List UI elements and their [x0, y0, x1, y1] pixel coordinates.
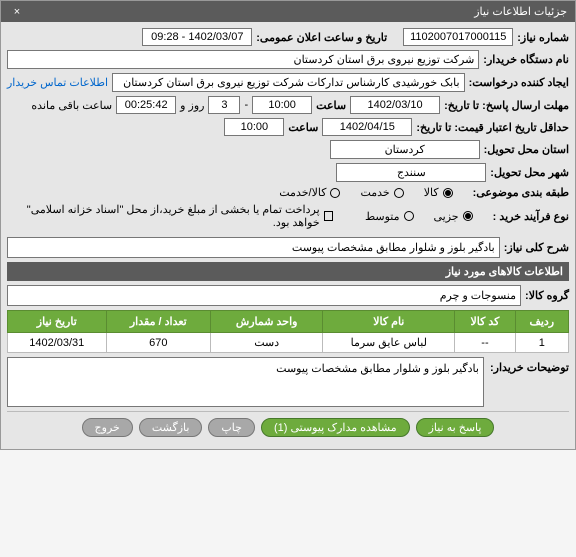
treasury-checkbox[interactable]: پرداخت تمام یا بخشی از مبلغ خرید،از محل …: [7, 203, 333, 229]
titlebar: جزئیات اطلاعات نیاز ×: [1, 1, 575, 22]
radio-cat-khadamat[interactable]: خدمت: [360, 186, 403, 199]
need-no-label: شماره نیاز:: [517, 31, 569, 44]
table-row[interactable]: 1 -- لباس عایق سرما دست 670 1402/03/31: [8, 333, 569, 353]
category-label: طبقه بندی موضوعی:: [473, 186, 569, 199]
buyer-label: نام دستگاه خریدار:: [483, 53, 569, 66]
deadline-time-field: 10:00: [252, 96, 312, 114]
goods-section-header: اطلاعات کالاهای مورد نیاز: [7, 262, 569, 281]
deadline-date-field: 1402/03/10: [350, 96, 440, 114]
days-label: روز و: [180, 99, 204, 112]
validity-label: حداقل تاریخ اعتبار قیمت: تا تاریخ:: [416, 121, 569, 134]
remaining-label: ساعت باقی مانده: [31, 99, 112, 112]
th-row: ردیف: [515, 311, 568, 333]
goods-table: ردیف کد کالا نام کالا واحد شمارش تعداد /…: [7, 310, 569, 353]
print-button[interactable]: چاپ: [208, 418, 255, 437]
deadline-time-label: ساعت: [316, 99, 346, 112]
days-field: 3: [208, 96, 240, 114]
th-qty: تعداد / مقدار: [106, 311, 211, 333]
validity-date-field: 1402/04/15: [322, 118, 412, 136]
radio-pt-medium[interactable]: متوسط: [365, 210, 414, 223]
group-label: گروه کالا:: [525, 289, 569, 302]
city-field: سنندج: [336, 163, 486, 182]
need-no-field: 1102007017000115: [403, 28, 513, 46]
notes-label: توضیحات خریدار:: [490, 357, 569, 374]
pub-dt-field: 1402/03/07 - 09:28: [142, 28, 252, 46]
back-button[interactable]: بازگشت: [139, 418, 203, 437]
validity-time-label: ساعت: [288, 121, 318, 134]
validity-time-field: 10:00: [224, 118, 284, 136]
exit-button[interactable]: خروج: [82, 418, 133, 437]
deadline-label: مهلت ارسال پاسخ: تا تاریخ:: [444, 99, 569, 112]
contact-link[interactable]: اطلاعات تماس خریدار: [7, 76, 108, 89]
radio-pt-small[interactable]: جزیی: [434, 210, 473, 223]
countdown-field: 00:25:42: [116, 96, 176, 114]
group-field[interactable]: منسوجات و چرم: [7, 285, 521, 306]
footer-buttons: پاسخ به نیاز مشاهده مدارک پیوستی (1) چاپ…: [7, 411, 569, 443]
form-body: شماره نیاز: 1102007017000115 تاریخ و ساع…: [1, 22, 575, 449]
notes-box[interactable]: بادگیر بلوز و شلوار مطابق مشخصات پیوست: [7, 357, 484, 407]
title-controls: ×: [9, 6, 25, 18]
th-date: تاریخ نیاز: [8, 311, 107, 333]
need-details-window: جزئیات اطلاعات نیاز × شماره نیاز: 110200…: [0, 0, 576, 450]
creator-field: بابک خورشیدی کارشناس تدارکات شرکت توزیع …: [112, 73, 465, 92]
respond-button[interactable]: پاسخ به نیاز: [416, 418, 495, 437]
th-unit: واحد شمارش: [211, 311, 323, 333]
th-code: کد کالا: [455, 311, 515, 333]
close-icon[interactable]: ×: [9, 6, 25, 18]
province-label: استان محل تحویل:: [484, 143, 569, 156]
pub-dt-label: تاریخ و ساعت اعلان عمومی:: [256, 31, 387, 44]
purchase-type-label: نوع فرآیند خرید :: [493, 210, 569, 223]
desc-label: شرح کلی نیاز:: [504, 241, 569, 254]
window-title: جزئیات اطلاعات نیاز: [474, 5, 567, 18]
desc-textbox[interactable]: بادگیر بلوز و شلوار مطابق مشخصات پیوست: [7, 237, 500, 258]
buyer-field: شرکت توزیع نیروی برق استان کردستان: [7, 50, 479, 69]
radio-cat-kala[interactable]: کالا: [424, 186, 453, 199]
dash: -: [244, 99, 248, 111]
creator-label: ایجاد کننده درخواست:: [469, 76, 569, 89]
th-name: نام کالا: [323, 311, 455, 333]
province-field: کردستان: [330, 140, 480, 159]
city-label: شهر محل تحویل:: [490, 166, 569, 179]
radio-cat-both[interactable]: کالا/خدمت: [279, 186, 340, 199]
attachments-button[interactable]: مشاهده مدارک پیوستی (1): [261, 418, 410, 437]
